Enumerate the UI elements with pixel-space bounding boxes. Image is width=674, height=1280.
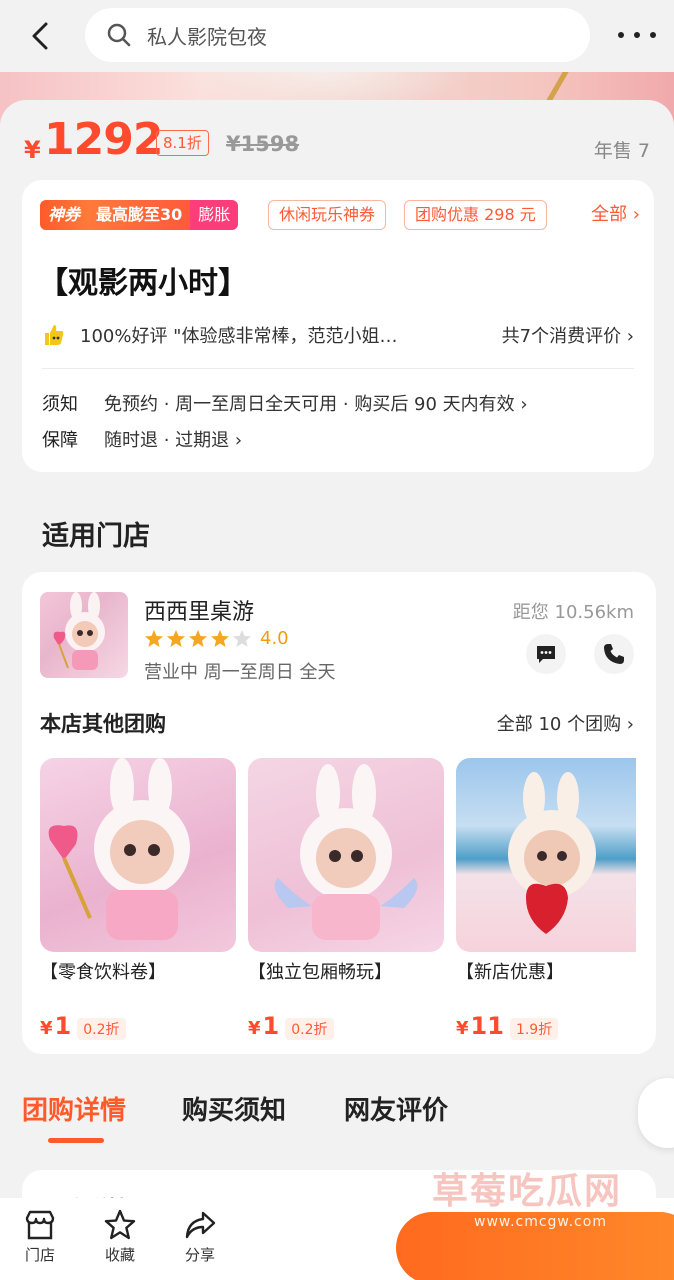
hero-frame-decoration — [511, 72, 569, 102]
super-coupon-text: 最高膨至30 — [88, 200, 191, 230]
expand-label: 膨胀 — [190, 200, 239, 230]
store-label: 门店 — [24, 1246, 55, 1264]
price-row: ¥ 1292 8.1折 ¥1598 年售 7 — [22, 108, 652, 168]
leisure-coupon-tag[interactable]: 休闲玩乐神券 — [268, 200, 387, 230]
guarantee-label: 保障 — [42, 430, 78, 451]
bunny-doll-image — [53, 592, 105, 670]
deal-tile-name: 【新店优惠】 — [456, 962, 564, 983]
share-button[interactable]: 分享 — [170, 1208, 230, 1265]
more-dot-icon — [650, 32, 656, 38]
search-placeholder: 私人影院包夜 — [147, 24, 267, 49]
more-dot-icon — [618, 32, 624, 38]
guarantee-row[interactable]: 保障 随时退 · 过期退 › — [42, 426, 242, 452]
thumbs-up-icon — [45, 325, 64, 345]
detail-tabs: 团购详情 购买须知 网友评价 — [22, 1090, 652, 1150]
star-rating: 4.0 — [144, 628, 289, 649]
section-title-stores: 适用门店 — [42, 521, 150, 552]
store-icon — [25, 1210, 55, 1240]
store-thumbnail[interactable] — [40, 592, 128, 678]
deal-tile-image — [40, 758, 236, 952]
price-value: 11 — [470, 1012, 504, 1040]
other-deals-title: 本店其他团购 — [40, 712, 166, 736]
store-hours: 营业中 周一至周日 全天 — [144, 662, 336, 683]
price-value: 1 — [54, 1012, 72, 1040]
search-bar[interactable]: 私人影院包夜 — [85, 8, 590, 62]
other-deals-all-link[interactable]: 全部 10 个团购 › — [497, 710, 634, 736]
coupons-all-link[interactable]: 全部 › — [591, 200, 640, 230]
deal-tile[interactable]: 【零食饮料卷】 ¥ 1 0.2折 — [40, 758, 236, 1040]
coupon-row: 神券 最高膨至30 膨胀 休闲玩乐神券 团购优惠 298 元 全部 › — [40, 200, 640, 232]
deal-tile-image — [248, 758, 444, 952]
more-options-button[interactable] — [618, 22, 656, 48]
price-symbol: ¥ — [24, 136, 41, 164]
notice-text: 免预约 · 周一至周日全天可用 · 购买后 90 天内有效 › — [104, 394, 528, 415]
watermark-text: 草莓吃瓜网 — [432, 1171, 623, 1212]
star-filled-icon — [167, 629, 185, 647]
share-icon — [185, 1211, 216, 1239]
tab-deal-details[interactable]: 团购详情 — [22, 1090, 126, 1127]
guarantee-text: 随时退 · 过期退 › — [104, 430, 243, 451]
star-filled-icon — [145, 629, 163, 647]
discount-tag: 0.2折 — [77, 1018, 126, 1040]
super-coupon-label: 神券 — [40, 200, 89, 230]
tab-user-reviews[interactable]: 网友评价 — [344, 1090, 448, 1127]
favorite-button[interactable]: 收藏 — [90, 1208, 150, 1265]
more-dot-icon — [634, 32, 640, 38]
message-button[interactable] — [526, 634, 566, 674]
review-count-link[interactable]: 共7个消费评价 › — [502, 322, 634, 348]
deal-info-card: 神券 最高膨至30 膨胀 休闲玩乐神券 团购优惠 298 元 全部 › 【观影两… — [22, 180, 654, 472]
original-price: ¥1598 — [226, 132, 300, 156]
discount-tag: 0.2折 — [285, 1018, 334, 1040]
deal-tile-price: ¥ 1 0.2折 — [40, 1012, 236, 1040]
price-symbol: ¥ — [40, 1018, 53, 1039]
deal-tile-price: ¥ 1 0.2折 — [248, 1012, 444, 1040]
phone-icon — [604, 644, 624, 664]
star-outline-icon — [104, 1209, 136, 1240]
deal-tile-price: ¥ 11 1.9折 — [456, 1012, 636, 1040]
store-card: 西西里桌游 4.0 营业中 周一至周日 全天 距您 10.56km 本店其他团购… — [22, 572, 656, 1054]
deal-tile-name: 【零食饮料卷】 — [40, 962, 166, 983]
price-value: 1 — [262, 1012, 280, 1040]
divider — [42, 368, 634, 369]
back-button[interactable] — [22, 18, 58, 54]
annual-sales: 年售 7 — [593, 140, 650, 162]
deal-tile-image — [456, 758, 636, 952]
top-header: 私人影院包夜 — [0, 0, 674, 72]
discount-tag: 1.9折 — [509, 1018, 559, 1040]
notice-label: 须知 — [42, 394, 78, 415]
star-filled-icon — [211, 629, 229, 647]
search-icon — [107, 23, 131, 47]
price-symbol: ¥ — [456, 1018, 469, 1039]
review-text: 100%好评 "体验感非常棒，范范小姐… — [80, 326, 398, 347]
price-symbol: ¥ — [248, 1018, 261, 1039]
price-value: 1292 — [44, 114, 163, 165]
store-button[interactable]: 门店 — [10, 1208, 70, 1265]
rating-value: 4.0 — [260, 628, 289, 649]
deal-tile[interactable]: 【新店优惠】 ¥ 11 1.9折 — [456, 758, 636, 1040]
deal-tile-name: 【独立包厢畅玩】 — [248, 962, 392, 983]
bunny-doll-image — [48, 758, 190, 940]
super-coupon-tag[interactable]: 神券 最高膨至30 膨胀 — [40, 200, 239, 230]
discount-badge: 8.1折 — [156, 130, 209, 156]
favorite-label: 收藏 — [104, 1246, 135, 1264]
review-summary[interactable]: 100%好评 "体验感非常棒，范范小姐… 共7个消费评价 › — [44, 320, 634, 350]
star-filled-icon — [189, 629, 207, 647]
active-tab-indicator — [48, 1138, 104, 1143]
chat-bubble-icon — [537, 646, 555, 663]
phone-button[interactable] — [594, 634, 634, 674]
group-discount-tag[interactable]: 团购优惠 298 元 — [404, 200, 547, 230]
deal-tile[interactable]: 【独立包厢畅玩】 ¥ 1 0.2折 — [248, 758, 444, 1040]
bunny-doll-image — [508, 772, 596, 934]
star-empty-icon — [233, 629, 251, 647]
watermark-url: www.cmcgw.com — [474, 1214, 607, 1230]
tab-purchase-notice[interactable]: 购买须知 — [182, 1090, 286, 1127]
notice-row[interactable]: 须知 免预约 · 周一至周日全天可用 · 购买后 90 天内有效 › — [42, 390, 528, 416]
store-distance: 距您 10.56km — [512, 602, 634, 623]
deal-title: 【观影两小时】 — [38, 266, 248, 301]
share-label: 分享 — [184, 1246, 215, 1264]
store-name[interactable]: 西西里桌游 — [144, 594, 254, 626]
bunny-doll-image — [274, 764, 418, 940]
chevron-left-icon — [32, 22, 48, 50]
